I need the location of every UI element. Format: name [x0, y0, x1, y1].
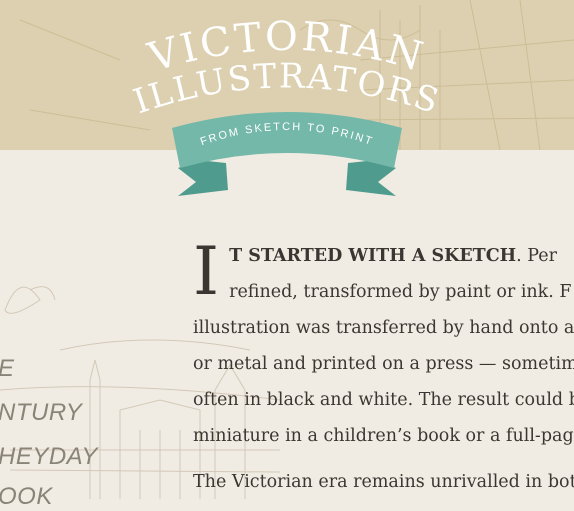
intro-paragraph: I T STARTED WITH A SKETCH. Per refined, … — [193, 238, 574, 454]
article-body: I T STARTED WITH A SKETCH. Per refined, … — [193, 238, 574, 500]
drop-cap: I — [193, 233, 220, 310]
intro-line-3: illustration was transferred by hand ont… — [193, 318, 574, 338]
lead-in: T STARTED WITH A SKETCH — [229, 246, 517, 266]
sidebar-item-book[interactable]: OOK — [0, 483, 53, 511]
sidebar-item-heyday[interactable]: HEYDAY — [0, 443, 98, 471]
sidebar-item-century[interactable]: NTURY — [0, 399, 82, 427]
sidebar-item-1[interactable]: E — [0, 355, 15, 383]
intro-line-5: often in black and white. The result cou… — [193, 390, 574, 410]
second-paragraph: The Victorian era remains unrivalled in … — [193, 472, 574, 492]
intro-line-4: or metal and printed on a press — someti… — [193, 354, 574, 374]
intro-line-2: refined, transformed by paint or ink. F — [229, 282, 572, 302]
intro-line-6: miniature in a children’s book or a full… — [193, 426, 574, 446]
intro-line-1: T STARTED WITH A SKETCH. Per — [229, 246, 558, 266]
